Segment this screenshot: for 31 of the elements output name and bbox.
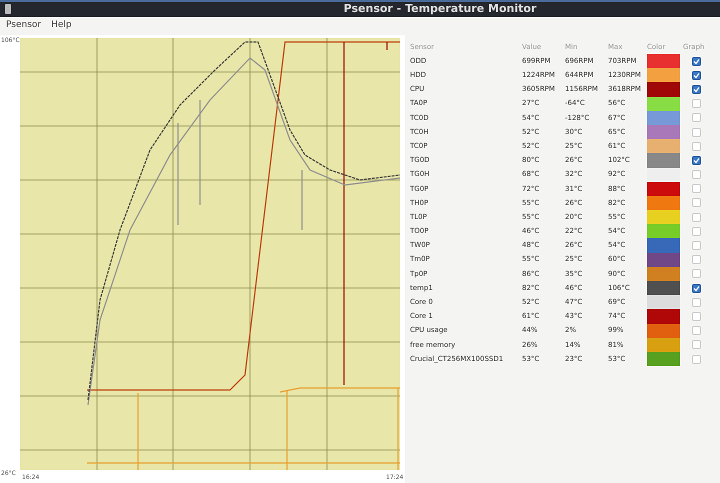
color-swatch[interactable]	[647, 210, 680, 224]
color-swatch[interactable]	[647, 266, 680, 281]
color-swatch[interactable]	[647, 324, 680, 338]
menu-item[interactable]: Psensor	[6, 19, 42, 33]
color-swatch[interactable]	[647, 110, 680, 125]
color-swatch[interactable]	[647, 68, 680, 82]
color-swatch[interactable]	[647, 124, 680, 140]
color-swatch[interactable]	[647, 182, 680, 196]
graph-checkbox[interactable]	[692, 56, 701, 66]
color-swatch[interactable]	[647, 281, 680, 296]
color-swatch[interactable]	[647, 196, 680, 210]
color-swatch[interactable]	[647, 82, 680, 97]
color-swatch[interactable]	[647, 54, 680, 68]
graph-checkbox[interactable]	[692, 70, 701, 80]
window-menu-icon[interactable]	[5, 4, 11, 14]
window-title: Psensor - Temperature Monitor	[342, 1, 536, 18]
graph-checkbox[interactable]	[692, 284, 701, 293]
color-swatch[interactable]	[647, 153, 680, 168]
color-swatch[interactable]	[647, 96, 680, 111]
color-swatch[interactable]	[647, 352, 680, 366]
menu-item[interactable]: Help	[51, 19, 72, 33]
graph-checkbox[interactable]	[692, 84, 701, 94]
color-swatch[interactable]	[647, 224, 680, 238]
color-swatch[interactable]	[647, 309, 680, 324]
color-swatch[interactable]	[647, 168, 680, 182]
color-swatch[interactable]	[647, 252, 680, 267]
color-swatch[interactable]	[647, 139, 680, 154]
color-swatch[interactable]	[647, 238, 680, 253]
color-swatch[interactable]	[647, 295, 680, 310]
color-swatch[interactable]	[647, 338, 680, 352]
graph-checkbox[interactable]	[692, 156, 701, 165]
